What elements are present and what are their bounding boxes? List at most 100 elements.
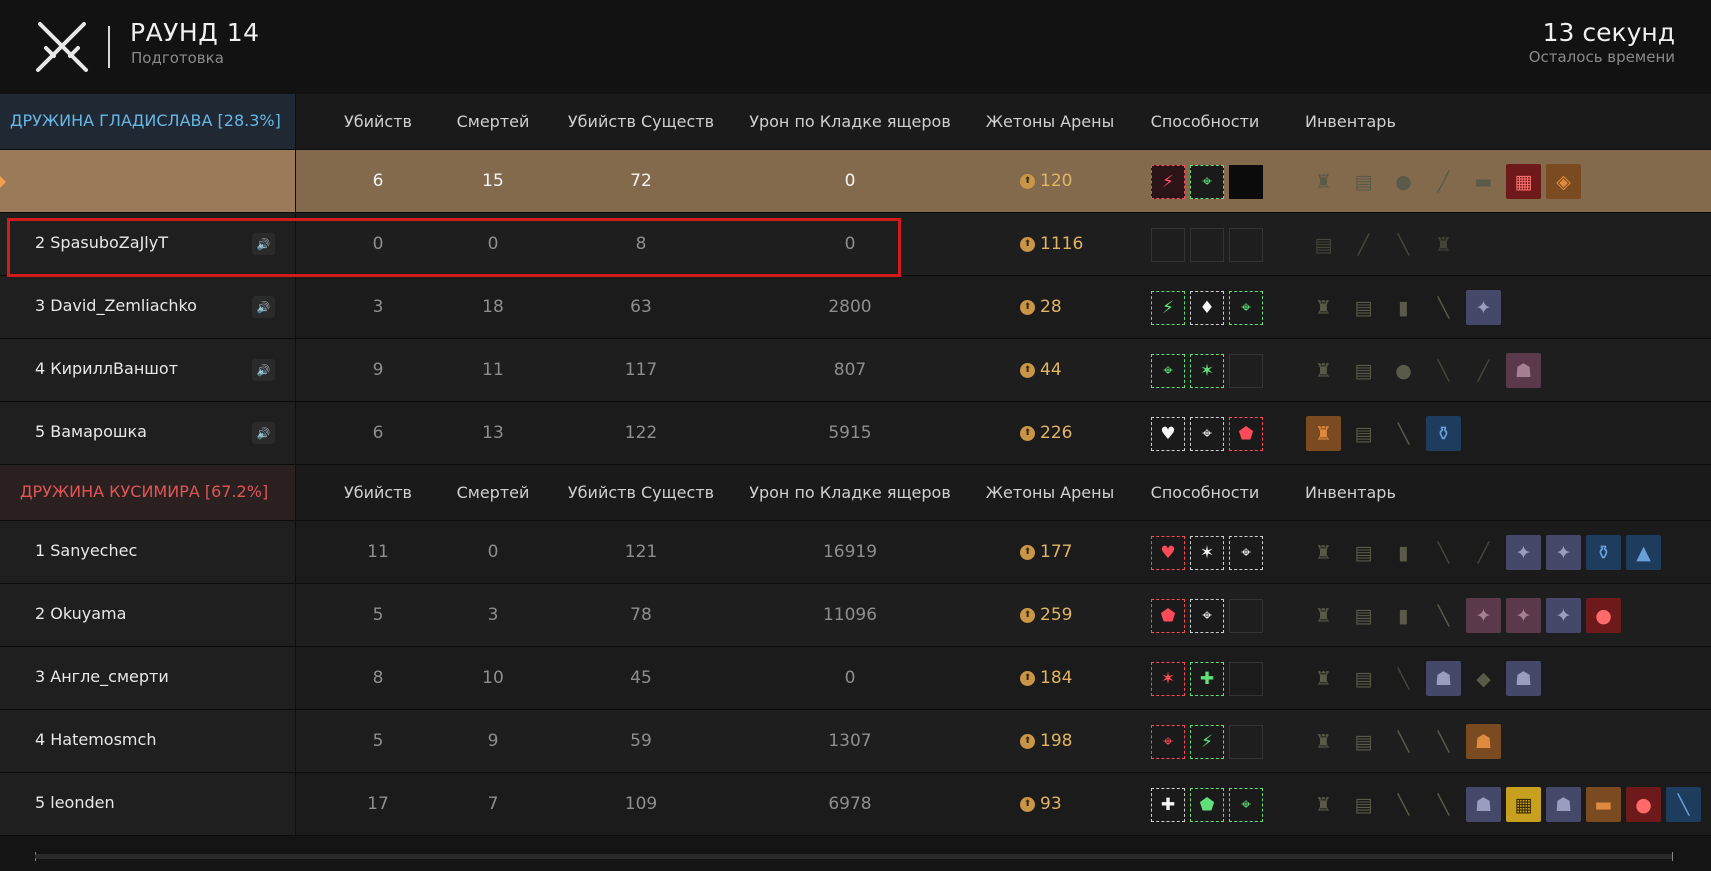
player-row[interactable]: 1 Sanyechec 11 0 121 16919 ⬆ 177 ♥ ✶ ⌖ ♜ ▤ ▮ ╲ ╱ ✦ ✦ ⚱ ▲ bbox=[0, 521, 1711, 584]
inventory-item-icon[interactable]: ⚱ bbox=[1426, 416, 1461, 451]
speaker-icon[interactable]: 🔊 bbox=[252, 233, 275, 255]
inventory-item-icon[interactable]: ╱ bbox=[1466, 535, 1501, 570]
inventory-item-icon[interactable]: ✦ bbox=[1546, 598, 1581, 633]
inventory-item-icon[interactable]: ♜ bbox=[1306, 661, 1341, 696]
ability-slot-icon[interactable]: ⌖ bbox=[1190, 599, 1224, 633]
inventory-item-icon[interactable]: ◈ bbox=[1546, 164, 1581, 199]
inventory-item-icon[interactable]: ▤ bbox=[1346, 724, 1381, 759]
inventory-item-icon[interactable]: ▤ bbox=[1346, 598, 1381, 633]
inventory-item-icon[interactable]: ✦ bbox=[1546, 535, 1581, 570]
inventory-item-icon[interactable]: ♜ bbox=[1306, 787, 1341, 822]
inventory-item-icon[interactable]: ◆ bbox=[1466, 661, 1501, 696]
inventory-item-icon[interactable]: ▬ bbox=[1586, 787, 1621, 822]
inventory-item-icon[interactable]: ● bbox=[1386, 353, 1421, 388]
inventory-item-icon[interactable]: ╲ bbox=[1426, 598, 1461, 633]
inventory-item-icon[interactable]: ╲ bbox=[1426, 535, 1461, 570]
player-row[interactable]: 3 Англе_смерти 8 10 45 0 ⬆ 184 ✶ ✚ ♜ ▤ ╲ ☗ ◆ ☗ bbox=[0, 647, 1711, 710]
inventory-item-icon[interactable]: ╲ bbox=[1386, 724, 1421, 759]
inventory-item-icon[interactable]: ╲ bbox=[1426, 724, 1461, 759]
inventory-item-icon[interactable]: ☗ bbox=[1426, 661, 1461, 696]
inventory-item-icon[interactable]: ▤ bbox=[1346, 661, 1381, 696]
inventory-item-icon[interactable]: ● bbox=[1586, 598, 1621, 633]
horizontal-scrollbar[interactable] bbox=[35, 854, 1673, 859]
inventory-item-icon[interactable]: ▤ bbox=[1346, 290, 1381, 325]
inventory-item-icon[interactable]: ♜ bbox=[1306, 290, 1341, 325]
player-row[interactable]: 5 leonden 17 7 109 6978 ⬆ 93 ✚ ⬟ ⌖ ♜ ▤ ╲ ╲ ☗ ▦ ☗ ▬ ● ╲ bbox=[0, 773, 1711, 836]
ability-slot-icon[interactable]: ✶ bbox=[1190, 536, 1224, 570]
ability-slot-icon[interactable] bbox=[1229, 354, 1263, 388]
ability-slot-icon[interactable] bbox=[1190, 228, 1224, 262]
inventory-item-icon[interactable]: ⚱ bbox=[1586, 535, 1621, 570]
ability-slot-icon[interactable] bbox=[1229, 165, 1263, 199]
inventory-item-icon[interactable]: ▤ bbox=[1346, 416, 1381, 451]
ability-slot-icon[interactable] bbox=[1229, 599, 1263, 633]
speaker-icon[interactable]: 🔊 bbox=[252, 296, 275, 318]
player-row[interactable]: 5 Вамарошка 🔊 6 13 122 5915 ⬆ 226 ♥ ⌖ ⬟ ♜ ▤ ╲ ⚱ bbox=[0, 402, 1711, 465]
inventory-item-icon[interactable]: ✦ bbox=[1466, 290, 1501, 325]
player-row[interactable]: 2 Okuyama 5 3 78 11096 ⬆ 259 ⬟ ⌖ ♜ ▤ ▮ ╲ ✦ ✦ ✦ ● bbox=[0, 584, 1711, 647]
inventory-item-icon[interactable]: ▤ bbox=[1346, 164, 1381, 199]
inventory-item-icon[interactable]: ╲ bbox=[1386, 661, 1421, 696]
inventory-item-icon[interactable]: ▤ bbox=[1346, 787, 1381, 822]
inventory-item-icon[interactable]: ♜ bbox=[1306, 598, 1341, 633]
inventory-item-icon[interactable]: ╲ bbox=[1426, 787, 1461, 822]
inventory-item-icon[interactable]: ╱ bbox=[1426, 164, 1461, 199]
inventory-item-icon[interactable]: ♜ bbox=[1306, 164, 1341, 199]
ability-slot-icon[interactable]: ⚡ bbox=[1151, 291, 1185, 325]
inventory-item-icon[interactable]: ▮ bbox=[1386, 598, 1421, 633]
ability-slot-icon[interactable]: ✚ bbox=[1151, 788, 1185, 822]
inventory-item-icon[interactable]: ╲ bbox=[1666, 787, 1701, 822]
inventory-item-icon[interactable]: ♜ bbox=[1306, 724, 1341, 759]
inventory-item-icon[interactable]: ▮ bbox=[1386, 535, 1421, 570]
inventory-item-icon[interactable]: ╲ bbox=[1386, 787, 1421, 822]
ability-slot-icon[interactable]: ✶ bbox=[1190, 354, 1224, 388]
inventory-item-icon[interactable]: ✦ bbox=[1466, 598, 1501, 633]
inventory-item-icon[interactable]: ● bbox=[1626, 787, 1661, 822]
inventory-item-icon[interactable]: ♜ bbox=[1426, 227, 1461, 262]
player-row[interactable]: 6 15 72 0 ⬆ 120 ⚡ ⌖ ♜ ▤ ● ╱ ▬ ▦ ◈ bbox=[0, 150, 1711, 213]
inventory-item-icon[interactable]: ╲ bbox=[1426, 290, 1461, 325]
inventory-item-icon[interactable]: ╲ bbox=[1386, 227, 1421, 262]
ability-slot-icon[interactable]: ✚ bbox=[1190, 662, 1224, 696]
inventory-item-icon[interactable]: ☗ bbox=[1546, 787, 1581, 822]
inventory-item-icon[interactable]: ▲ bbox=[1626, 535, 1661, 570]
player-row[interactable]: 4 КириллВаншот 🔊 9 11 117 807 ⬆ 44 ⌖ ✶ ♜ ▤ ● ╲ ╱ ☗ bbox=[0, 339, 1711, 402]
player-row[interactable]: 3 David_Zemliachko 🔊 3 18 63 2800 ⬆ 28 ⚡ ♦ ⌖ ♜ ▤ ▮ ╲ ✦ bbox=[0, 276, 1711, 339]
ability-slot-icon[interactable]: ⌖ bbox=[1190, 417, 1224, 451]
ability-slot-icon[interactable]: ♥ bbox=[1151, 536, 1185, 570]
player-row[interactable]: 4 Hatemosmch 5 9 59 1307 ⬆ 198 ⌖ ⚡ ♜ ▤ ╲ ╲ ☗ bbox=[0, 710, 1711, 773]
inventory-item-icon[interactable]: ☗ bbox=[1506, 353, 1541, 388]
inventory-item-icon[interactable]: ♜ bbox=[1306, 535, 1341, 570]
ability-slot-icon[interactable]: ⬟ bbox=[1151, 599, 1185, 633]
ability-slot-icon[interactable]: ⌖ bbox=[1229, 291, 1263, 325]
ability-slot-icon[interactable]: ♦ bbox=[1190, 291, 1224, 325]
inventory-item-icon[interactable]: ╱ bbox=[1346, 227, 1381, 262]
inventory-item-icon[interactable]: ● bbox=[1386, 164, 1421, 199]
ability-slot-icon[interactable] bbox=[1151, 228, 1185, 262]
ability-slot-icon[interactable]: ⌖ bbox=[1151, 354, 1185, 388]
ability-slot-icon[interactable] bbox=[1229, 228, 1263, 262]
inventory-item-icon[interactable]: ♜ bbox=[1306, 353, 1341, 388]
inventory-item-icon[interactable]: ♜ bbox=[1306, 416, 1341, 451]
ability-slot-icon[interactable] bbox=[1229, 662, 1263, 696]
inventory-item-icon[interactable]: ☗ bbox=[1506, 661, 1541, 696]
inventory-item-icon[interactable]: ▮ bbox=[1386, 290, 1421, 325]
inventory-item-icon[interactable]: ✦ bbox=[1506, 535, 1541, 570]
inventory-item-icon[interactable]: ☗ bbox=[1466, 724, 1501, 759]
inventory-item-icon[interactable]: ▦ bbox=[1506, 164, 1541, 199]
speaker-icon[interactable]: 🔊 bbox=[252, 422, 275, 444]
ability-slot-icon[interactable]: ✶ bbox=[1151, 662, 1185, 696]
inventory-item-icon[interactable]: ☗ bbox=[1466, 787, 1501, 822]
player-row[interactable]: 2 SpasuboZaJlyT 🔊 0 0 8 0 ⬆ 1116 ▤ ╱ ╲ ♜ bbox=[0, 213, 1711, 276]
inventory-item-icon[interactable]: ▤ bbox=[1306, 227, 1341, 262]
ability-slot-icon[interactable]: ⬟ bbox=[1190, 788, 1224, 822]
inventory-item-icon[interactable]: ▤ bbox=[1346, 353, 1381, 388]
ability-slot-icon[interactable] bbox=[1229, 725, 1263, 759]
speaker-icon[interactable]: 🔊 bbox=[252, 359, 275, 381]
ability-slot-icon[interactable]: ⚡ bbox=[1151, 165, 1185, 199]
ability-slot-icon[interactable]: ⌖ bbox=[1229, 536, 1263, 570]
inventory-item-icon[interactable]: ╱ bbox=[1466, 353, 1501, 388]
inventory-item-icon[interactable]: ✦ bbox=[1506, 598, 1541, 633]
ability-slot-icon[interactable]: ⌖ bbox=[1229, 788, 1263, 822]
ability-slot-icon[interactable]: ⌖ bbox=[1190, 165, 1224, 199]
